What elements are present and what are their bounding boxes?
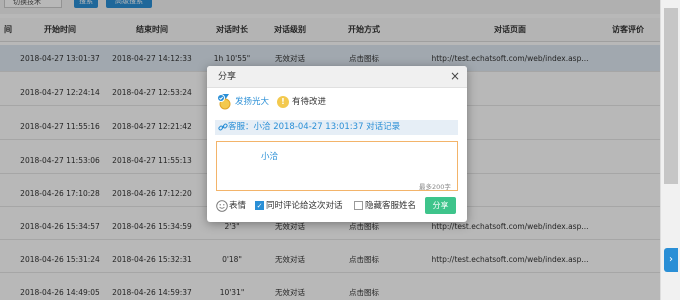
hide-agent-name-label[interactable]: 隐藏客服姓名 [365, 200, 416, 212]
char-limit-hint: 最多200字 [419, 183, 451, 191]
share-button[interactable]: 分享 [425, 197, 456, 214]
hide-agent-name-checkbox[interactable] [354, 201, 363, 210]
dialog-title: 分享 [218, 72, 237, 82]
comment-textarea[interactable]: 小洽 最多200字 [216, 141, 458, 191]
dialog-header: 分享 × [207, 66, 467, 88]
side-expand-tab[interactable]: › [664, 248, 678, 272]
rating-improve-label[interactable]: 有待改进 [292, 96, 326, 108]
emoji-icon[interactable] [216, 200, 228, 212]
close-icon[interactable]: × [447, 68, 463, 84]
rating-good-label[interactable]: 发扬光大 [235, 96, 269, 108]
warning-icon[interactable]: ! [277, 96, 289, 108]
chat-record-link[interactable]: 客服：小洽 2018-04-27 13:01:37 对话记录 [215, 120, 458, 135]
link-icon [218, 123, 228, 131]
share-dialog: 分享 × 发扬光大 ! 有待改进 客服：小洽 2018-04-27 13:01:… [207, 66, 467, 222]
scrollbar-thumb[interactable] [664, 8, 678, 184]
chat-record-text: 客服：小洽 2018-04-27 13:01:37 对话记录 [228, 122, 401, 132]
sync-comment-label[interactable]: 同时评论给这次对话 [266, 200, 343, 212]
medal-icon[interactable] [217, 94, 233, 110]
sync-comment-checkbox[interactable]: ✓ [255, 201, 264, 210]
page: 切换技术 搜索 高级搜索 间 开始时间 结束时间 对话时长 对话级别 开始方式 … [0, 0, 680, 300]
emoji-label[interactable]: 表情 [229, 200, 246, 212]
comment-value: 小洽 [261, 152, 279, 162]
